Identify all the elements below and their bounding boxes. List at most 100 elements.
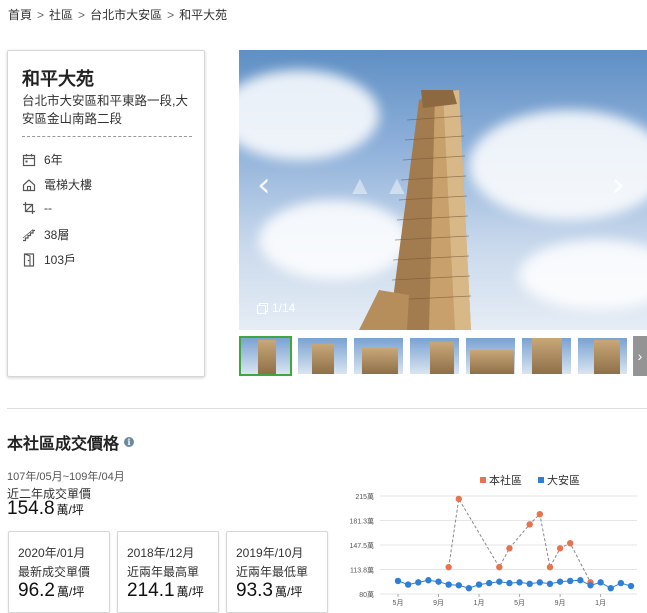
calendar-icon — [22, 153, 36, 167]
thumbnail[interactable] — [296, 336, 349, 376]
district-data-point — [617, 579, 625, 587]
stat-label: 近兩年最低單 — [236, 565, 309, 579]
district-data-point — [435, 578, 442, 585]
photo-counter-text: 1/14 — [272, 301, 296, 315]
breadcrumb-separator: > — [78, 8, 86, 22]
x-tick-label: 1月 — [474, 599, 485, 607]
watermark: ▲ ▲ — [347, 170, 412, 200]
thumbnail-next-icon[interactable]: › — [633, 336, 647, 376]
breadcrumb-current: 和平大苑 — [179, 8, 228, 22]
community-data-point — [455, 495, 462, 503]
price-unit: 萬/坪 — [274, 585, 303, 599]
thumbnail[interactable] — [520, 336, 573, 376]
district-data-point — [425, 577, 432, 584]
chevron-left-icon[interactable]: ‹ — [257, 168, 271, 202]
thumbnail[interactable] — [239, 336, 292, 376]
price-section-title-text: 本社區成交價格 — [7, 436, 120, 453]
recent-price: 154.8 萬/坪 — [7, 498, 84, 520]
x-tick-label: 5月 — [514, 599, 525, 607]
price-trend-chart: 本社區 大安區 80萬 113.8萬 147.5萬 181.3萬 215萬 5月 9月 1月 5月 9… — [340, 470, 647, 613]
community-data-point — [526, 521, 533, 528]
district-data-point — [577, 577, 584, 584]
community-address: 台北市大安區和平東路一段,大安區金山南路二段 — [22, 94, 188, 126]
community-data-point — [556, 545, 564, 552]
thumbnail[interactable] — [408, 336, 461, 376]
attr-age: 6年 — [22, 151, 63, 168]
attr-type: 電梯大樓 — [22, 176, 92, 193]
stat-value-number: 93.3 — [236, 580, 273, 601]
latest-price-box: 2020年/01月 最新成交單價 96.2 萬/坪 — [8, 531, 110, 613]
x-tick-label: 9月 — [555, 599, 566, 607]
house-icon — [22, 178, 36, 192]
y-tick-label: 80萬 — [359, 590, 374, 599]
attr-floors: 38層 — [22, 226, 69, 243]
door-icon — [22, 252, 36, 267]
thumbnail[interactable] — [464, 336, 517, 376]
cloud — [519, 240, 647, 310]
stat-value: 93.3 萬/坪 — [236, 580, 327, 602]
attr-area-value: -- — [44, 201, 52, 215]
community-data-point — [546, 563, 554, 571]
community-data-point — [536, 510, 544, 518]
price-period: 107年/05月~109年/04月 — [7, 471, 125, 483]
district-data-point — [607, 584, 614, 592]
stat-date: 2019年/10月 — [236, 546, 304, 560]
stat-label: 最新成交單價 — [18, 565, 91, 579]
community-data-point — [445, 563, 452, 571]
district-data-point — [627, 582, 635, 590]
breadcrumb-district[interactable]: 台北市大安區 — [90, 8, 162, 22]
stairs-icon — [22, 228, 36, 242]
attr-units-value: 103戶 — [44, 253, 77, 267]
attr-floors-value: 38層 — [44, 228, 70, 242]
y-tick-label: 113.8萬 — [350, 565, 374, 574]
price-trend-chart-svg: 本社區 大安區 80萬 113.8萬 147.5萬 181.3萬 215萬 5月 9月 1月 5月 9… — [349, 473, 637, 607]
legend-label: 本社區 — [489, 473, 522, 487]
x-tick-label: 5月 — [393, 599, 404, 607]
attr-units: 103戶 — [22, 251, 76, 268]
breadcrumb-home[interactable]: 首頁 — [8, 8, 32, 22]
thumbnail[interactable] — [352, 336, 405, 376]
y-tick-label: 215萬 — [355, 492, 374, 501]
recent-price-value: 154.8 — [7, 498, 55, 519]
thumbnail[interactable] — [576, 336, 629, 376]
price-section-title: 本社區成交價格 i — [7, 430, 135, 454]
price-unit: 萬/坪 — [56, 585, 85, 599]
district-data-point — [465, 584, 473, 592]
district-data-point — [567, 577, 574, 585]
community-data-point — [567, 539, 574, 547]
section-divider — [7, 408, 647, 409]
district-data-point — [546, 580, 554, 588]
crop-icon — [22, 201, 36, 215]
price-unit: 萬/坪 — [56, 503, 84, 517]
stat-value-number: 96.2 — [18, 580, 55, 601]
breadcrumb-community[interactable]: 社區 — [49, 8, 73, 22]
district-data-point — [516, 579, 523, 586]
photo-gallery[interactable]: ▲ ▲ ‹ › 1/14 — [239, 50, 647, 330]
district-data-point — [485, 579, 493, 587]
breadcrumb: 首頁 > 社區 > 台北市大安區 > 和平大苑 — [8, 6, 227, 23]
district-series-line — [397, 579, 632, 589]
district-data-point — [475, 581, 483, 588]
district-data-point — [587, 582, 594, 589]
info-icon[interactable]: i — [124, 437, 135, 447]
chevron-right-icon[interactable]: › — [611, 168, 625, 202]
breadcrumb-separator: > — [37, 8, 45, 22]
photo-counter: 1/14 — [257, 301, 295, 315]
stat-value: 96.2 萬/坪 — [18, 580, 109, 602]
x-tick-label: 1月 — [595, 599, 606, 607]
y-tick-label: 147.5萬 — [349, 541, 374, 550]
photos-icon — [257, 302, 268, 314]
stat-date: 2020年/01月 — [18, 546, 86, 560]
stat-value-number: 214.1 — [127, 580, 175, 601]
legend-label: 大安區 — [547, 473, 580, 487]
community-data-point — [506, 545, 513, 552]
community-data-point — [496, 563, 503, 571]
district-data-point — [536, 579, 544, 586]
attr-type-value: 電梯大樓 — [44, 178, 93, 192]
legend-swatch — [538, 477, 544, 483]
district-data-point — [445, 581, 452, 588]
thumbnail-strip: › — [239, 336, 647, 378]
district-data-point — [496, 578, 503, 585]
divider — [22, 136, 192, 137]
price-unit: 萬/坪 — [176, 585, 204, 599]
